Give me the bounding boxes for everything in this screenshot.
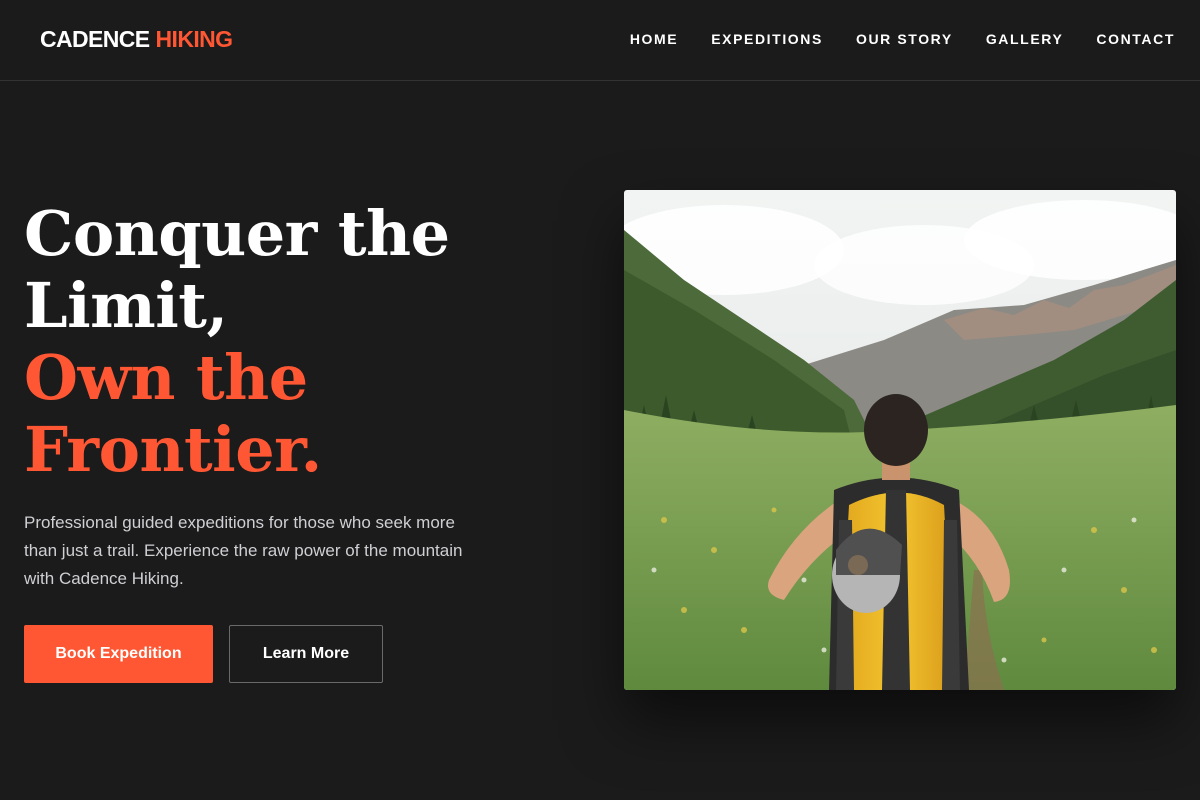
hero-title-line-1: Conquer the bbox=[24, 197, 450, 270]
nav-our-story[interactable]: OUR STORY bbox=[856, 31, 953, 47]
logo[interactable]: CADENCE HIKING bbox=[40, 26, 234, 53]
logo-word-cadence: CADENCE bbox=[40, 26, 150, 52]
hero-title: Conquer the Limit, Own the Frontier. bbox=[24, 198, 544, 486]
hiker-photo-illustration bbox=[624, 190, 1176, 690]
nav-contact[interactable]: CONTACT bbox=[1096, 31, 1175, 47]
nav-expeditions[interactable]: EXPEDITIONS bbox=[711, 31, 823, 47]
hero-description: Professional guided expeditions for thos… bbox=[24, 513, 463, 588]
logo-word-hiking: HIKING bbox=[155, 26, 234, 52]
main-nav: HOME EXPEDITIONS OUR STORY GALLERY CONTA… bbox=[630, 31, 1175, 47]
book-expedition-button[interactable]: Book Expedition bbox=[24, 625, 213, 683]
hero-image bbox=[624, 190, 1176, 690]
nav-home[interactable]: HOME bbox=[630, 31, 678, 47]
learn-more-button[interactable]: Learn More bbox=[229, 625, 383, 683]
nav-gallery[interactable]: GALLERY bbox=[986, 31, 1064, 47]
hero-title-line-3: Own the bbox=[24, 341, 308, 414]
site-header: CADENCE HIKING HOME EXPEDITIONS OUR STORY… bbox=[0, 0, 1200, 81]
hero-title-line-4: Frontier. bbox=[24, 413, 322, 486]
hero-title-line-2: Limit, bbox=[24, 269, 228, 342]
